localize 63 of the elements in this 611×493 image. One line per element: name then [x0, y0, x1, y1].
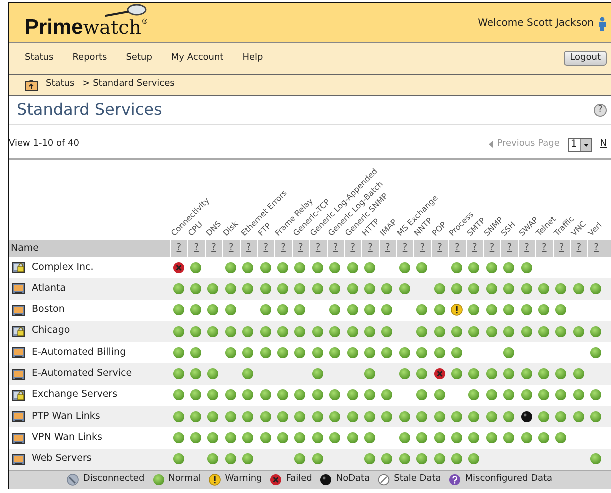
group-link[interactable]: Atlanta: [32, 282, 66, 296]
help-icon[interactable]: ?: [594, 104, 607, 116]
page-title: Standard Services: [17, 99, 162, 121]
column-help-link[interactable]: ?: [187, 240, 205, 257]
breadcrumb-text: > Standard Services: [82, 78, 175, 92]
group-link[interactable]: Complex Inc.: [32, 260, 94, 275]
column-help-link[interactable]: ?: [256, 240, 274, 257]
column-help-link[interactable]: ?: [326, 240, 344, 257]
legend-label: Failed: [286, 473, 312, 486]
column-help-link[interactable]: ?: [587, 240, 605, 257]
nav-link[interactable]: Setup: [126, 52, 152, 66]
nav-link[interactable]: Help: [242, 52, 264, 66]
column-help-link[interactable]: ?: [483, 240, 500, 257]
column-help-link[interactable]: ?: [518, 240, 536, 257]
group-link[interactable]: Exchange Servers: [32, 388, 118, 403]
legend-label: NoData: [336, 473, 370, 486]
column-help-link[interactable]: ?: [170, 240, 188, 257]
column-help-link[interactable]: ?: [204, 240, 222, 257]
column-help-link[interactable]: ?: [309, 240, 327, 257]
column-help-link[interactable]: ?: [448, 240, 466, 257]
legend-label: Stale Data: [394, 473, 442, 486]
page-select[interactable]: 1: [568, 138, 592, 152]
column-help-link[interactable]: ?: [292, 240, 310, 257]
welcome-text: Welcome Scott Jackson: [478, 17, 594, 31]
group-link[interactable]: Web Servers: [32, 452, 92, 466]
nav-link[interactable]: Reports: [72, 52, 108, 66]
logout-button[interactable]: Logout: [564, 51, 607, 66]
legend-label: Disconnected: [83, 473, 145, 486]
legend-label: Normal: [168, 473, 202, 486]
nav-link[interactable]: My Account: [171, 52, 224, 66]
group-link[interactable]: PTP Wan Links: [32, 410, 100, 424]
column-help-link[interactable]: ?: [222, 240, 240, 257]
view-count: View 1-10 of 40: [9, 138, 80, 151]
column-help-link[interactable]: ?: [378, 240, 396, 257]
column-help-link[interactable]: ?: [552, 240, 570, 257]
column-help-link[interactable]: ?: [466, 240, 484, 257]
column-header: Name: [11, 243, 40, 254]
logo: Primewatch$^{®}$: [25, 17, 148, 38]
group-link[interactable]: Chicago: [32, 324, 70, 339]
column-help-link[interactable]: ?: [274, 240, 292, 257]
column-help-link[interactable]: ?: [430, 240, 448, 257]
column-help-link[interactable]: ?: [500, 240, 518, 257]
group-link[interactable]: Boston: [32, 303, 65, 318]
legend-label: Warning: [225, 473, 262, 486]
column-help-link[interactable]: ?: [570, 240, 588, 257]
column-help-link[interactable]: ?: [535, 240, 553, 257]
column-help-link[interactable]: ?: [413, 240, 431, 257]
column-header: Veri: [588, 222, 604, 238]
next-page-link[interactable]: N: [600, 138, 607, 152]
nav-link[interactable]: Status: [25, 52, 54, 66]
folder-up-icon: [25, 80, 38, 90]
column-help-link[interactable]: ?: [240, 240, 257, 257]
column-help-link[interactable]: ?: [361, 240, 379, 257]
column-help-link[interactable]: ?: [344, 240, 362, 257]
group-link[interactable]: VPN Wan Links: [32, 430, 102, 446]
legend-label: Misconfigured Data: [465, 473, 553, 486]
person-icon: [598, 16, 607, 30]
group-link[interactable]: E-Automated Billing: [32, 346, 126, 360]
column-help-link[interactable]: ?: [396, 240, 414, 257]
left-arrow-icon: [489, 141, 494, 148]
magnifier-icon: [103, 4, 147, 17]
group-link[interactable]: E-Automated Service: [32, 367, 132, 382]
breadcrumb-link[interactable]: Status: [46, 78, 75, 92]
